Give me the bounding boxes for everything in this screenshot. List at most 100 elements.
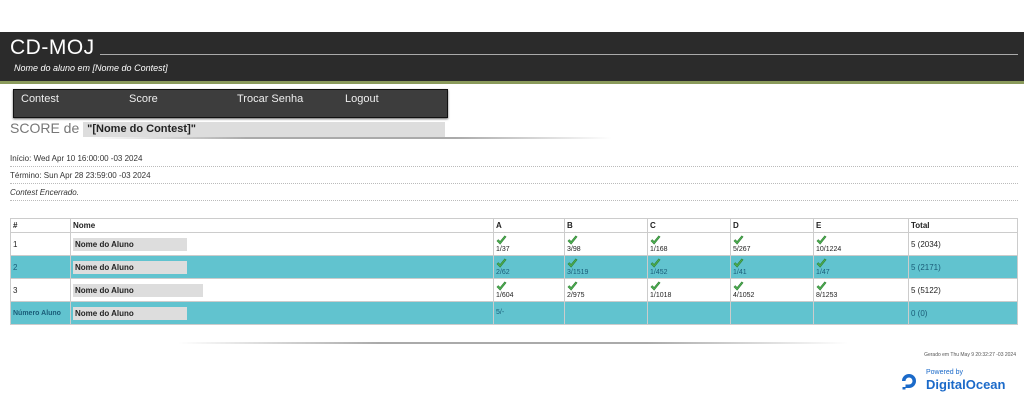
col-d: D xyxy=(730,218,814,233)
problem-cell: 3/1519 xyxy=(564,255,648,279)
student-name: Nome do Aluno xyxy=(73,283,203,297)
table-underline xyxy=(178,342,848,344)
accepted-check-icon xyxy=(496,281,507,291)
header-divider xyxy=(100,54,1018,55)
col-b: B xyxy=(564,218,648,233)
row-rank: 2 xyxy=(10,255,71,279)
row-total: 5 (2171) xyxy=(908,255,1018,279)
divider xyxy=(10,166,1018,167)
digitalocean-wordmark: DigitalOcean xyxy=(926,377,1006,392)
problem-cell xyxy=(564,301,648,325)
accepted-check-icon xyxy=(650,258,661,268)
problem-cell: 2/62 xyxy=(493,255,565,279)
nav-trocar-senha[interactable]: Trocar Senha xyxy=(237,93,303,105)
student-name: Nome do Aluno xyxy=(73,260,187,274)
problem-attempts: 1/1018 xyxy=(650,291,672,299)
col-rank: # xyxy=(10,218,71,233)
row-name-cell: Nome do Aluno xyxy=(70,301,494,325)
problem-attempts: 2/975 xyxy=(567,291,585,299)
col-c: C xyxy=(647,218,731,233)
problem-attempts: 2/62 xyxy=(496,268,510,276)
divider xyxy=(10,200,1018,201)
problem-cell: 1/47 xyxy=(813,255,909,279)
main-nav: Contest Score Trocar Senha Logout xyxy=(13,89,448,118)
site-subtitle: Nome do aluno em [Nome do Contest] xyxy=(14,63,168,73)
problem-attempts: 5/- xyxy=(496,309,505,316)
powered-by-label: Powered by xyxy=(926,369,963,376)
col-name: Nome xyxy=(70,218,494,233)
problem-attempts: 1/41 xyxy=(733,268,747,276)
accepted-check-icon xyxy=(567,258,578,268)
problem-attempts: 3/1519 xyxy=(567,268,589,276)
problem-attempts: 10/1224 xyxy=(816,245,842,253)
problem-attempts: 1/47 xyxy=(816,268,830,276)
score-title-prefix: SCORE de xyxy=(10,120,80,136)
nav-contest[interactable]: Contest xyxy=(21,93,59,105)
problem-cell: 1/1018 xyxy=(647,278,731,302)
problem-cell: 1/452 xyxy=(647,255,731,279)
problem-cell: 1/41 xyxy=(730,255,814,279)
row-name-cell: Nome do Aluno xyxy=(70,232,494,256)
accepted-check-icon xyxy=(733,235,744,245)
accepted-check-icon xyxy=(650,281,661,291)
problem-attempts: 8/1253 xyxy=(816,291,838,299)
site-header: CD-MOJ Nome do aluno em [Nome do Contest… xyxy=(0,32,1024,84)
problem-cell: 1/37 xyxy=(493,232,565,256)
problem-attempts: 1/37 xyxy=(496,245,510,253)
col-e: E xyxy=(813,218,909,233)
accepted-check-icon xyxy=(650,235,661,245)
problem-cell: 10/1224 xyxy=(813,232,909,256)
table-row: 1 Nome do Aluno 1/37 3/98 1/168 5/267 10/1224 5… xyxy=(10,232,1018,256)
row-total: 0 (0) xyxy=(908,301,1018,325)
table-header-row: # Nome A B C D E Total xyxy=(10,218,1018,233)
accepted-check-icon xyxy=(816,235,827,245)
row-name-cell: Nome do Aluno xyxy=(70,255,494,279)
col-total: Total xyxy=(908,218,1018,233)
title-underline xyxy=(90,137,612,139)
row-rank: 1 xyxy=(10,232,71,256)
problem-cell: 5/267 xyxy=(730,232,814,256)
nav-logout[interactable]: Logout xyxy=(345,93,379,105)
contest-status: Contest Encerrado. xyxy=(10,188,79,197)
accepted-check-icon xyxy=(567,235,578,245)
page-title: SCORE de "[Nome do Contest]" xyxy=(10,120,446,137)
site-title: CD-MOJ xyxy=(10,36,95,59)
problem-attempts: 5/267 xyxy=(733,245,751,253)
problem-attempts: 3/98 xyxy=(567,245,581,253)
accepted-check-icon xyxy=(496,258,507,268)
problem-cell: 1/604 xyxy=(493,278,565,302)
accepted-check-icon xyxy=(567,281,578,291)
student-name: Nome do Aluno xyxy=(73,237,187,251)
nav-score[interactable]: Score xyxy=(129,93,158,105)
digitalocean-logo-icon xyxy=(902,374,916,390)
accepted-check-icon xyxy=(816,281,827,291)
generated-timestamp: Gerado em Thu May 9 20:32:27 -03 2024 xyxy=(924,352,1016,358)
problem-cell: 2/975 xyxy=(564,278,648,302)
divider xyxy=(10,183,1018,184)
table-row: Número Aluno Nome do Aluno 5/- 0 (0) xyxy=(10,301,1018,325)
accepted-check-icon xyxy=(816,258,827,268)
problem-cell xyxy=(813,301,909,325)
row-total: 5 (5122) xyxy=(908,278,1018,302)
problem-cell: 8/1253 xyxy=(813,278,909,302)
problem-attempts: 4/1052 xyxy=(733,291,755,299)
table-row: 2 Nome do Aluno 2/62 3/1519 1/452 1/41 1/47 5 (… xyxy=(10,255,1018,279)
contest-start: Início: Wed Apr 10 16:00:00 -03 2024 xyxy=(10,154,143,163)
problem-cell xyxy=(730,301,814,325)
col-a: A xyxy=(493,218,565,233)
row-total: 5 (2034) xyxy=(908,232,1018,256)
problem-cell xyxy=(647,301,731,325)
row-rank: 3 xyxy=(10,278,71,302)
problem-attempts: 1/168 xyxy=(650,245,668,253)
score-table: # Nome A B C D E Total 1 Nome do Aluno 1/3… xyxy=(10,218,1018,325)
problem-cell: 4/1052 xyxy=(730,278,814,302)
accepted-check-icon xyxy=(496,235,507,245)
table-row: 3 Nome do Aluno 1/604 2/975 1/1018 4/1052 8/12… xyxy=(10,278,1018,302)
problem-cell: 5/- xyxy=(493,301,565,325)
problem-attempts: 1/452 xyxy=(650,268,668,276)
row-rank: Número Aluno xyxy=(10,301,71,325)
student-name: Nome do Aluno xyxy=(73,306,187,320)
problem-cell: 3/98 xyxy=(564,232,648,256)
contest-name: "[Nome do Contest]" xyxy=(83,121,446,137)
problem-attempts: 1/604 xyxy=(496,291,514,299)
